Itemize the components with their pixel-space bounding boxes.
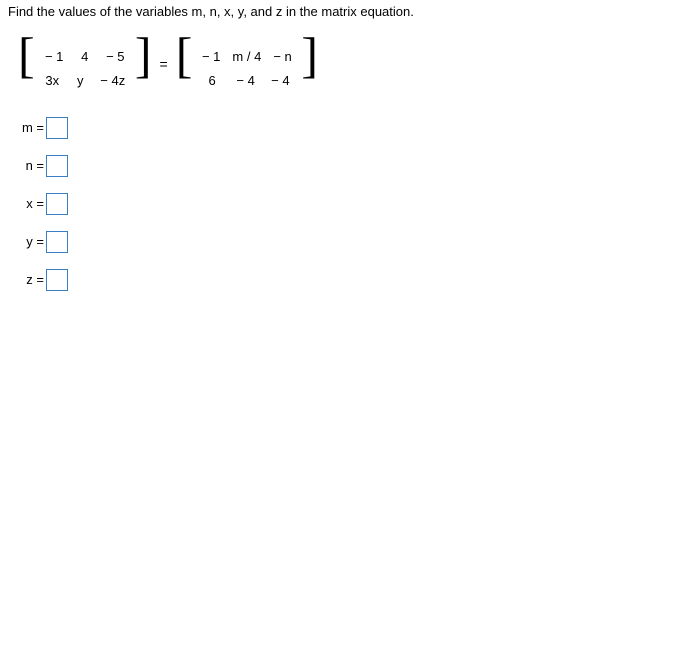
matrix-cell: − 1 [39,49,69,64]
question-text: Find the values of the variables m, n, x… [8,4,680,19]
answer-input-x[interactable] [46,193,68,215]
matrix-left: [ − 1 4 − 5 3x y − 4z ] [18,35,152,93]
matrix-row: 6 − 4 − 4 [196,69,298,93]
matrix-right: [ − 1 m / 4 − n 6 − 4 − 4 ] [176,35,318,93]
matrix-cell: 4 [71,49,99,64]
answer-row-z: z = [18,269,680,291]
answer-label-y: y = [18,234,44,249]
answer-input-y[interactable] [46,231,68,253]
answer-input-n[interactable] [46,155,68,177]
bracket-left-icon: [ [18,27,35,83]
equals-sign: = [160,56,168,72]
answer-row-y: y = [18,231,680,253]
matrix-equation: [ − 1 4 − 5 3x y − 4z ] = [ − 1 m / 4 − … [18,35,680,93]
matrix-row: − 1 4 − 5 [38,45,131,69]
bracket-left-icon: [ [176,27,193,83]
answer-row-m: m = [18,117,680,139]
matrix-cell: − n [267,49,297,64]
matrix-cell: y [66,73,94,88]
matrix-cell: 3x [38,73,66,88]
answer-label-n: n = [18,158,44,173]
answer-input-z[interactable] [46,269,68,291]
answer-row-n: n = [18,155,680,177]
matrix-cell: m / 4 [226,49,267,64]
answer-row-x: x = [18,193,680,215]
bracket-right-icon: ] [301,27,318,83]
matrix-cell: − 1 [196,49,226,64]
matrix-cell: − 5 [100,49,130,64]
answer-label-z: z = [18,272,44,287]
matrix-row: − 1 m / 4 − n [196,45,298,69]
answer-label-m: m = [18,120,44,135]
answers-section: m = n = x = y = z = [18,117,680,291]
matrix-cell: 6 [198,73,226,88]
matrix-cell: − 4 [265,73,295,88]
answer-label-x: x = [18,196,44,211]
answer-input-m[interactable] [46,117,68,139]
matrix-cell: − 4z [94,73,131,88]
bracket-right-icon: ] [135,27,152,83]
matrix-cell: − 4 [230,73,260,88]
matrix-row: 3x y − 4z [38,69,131,93]
